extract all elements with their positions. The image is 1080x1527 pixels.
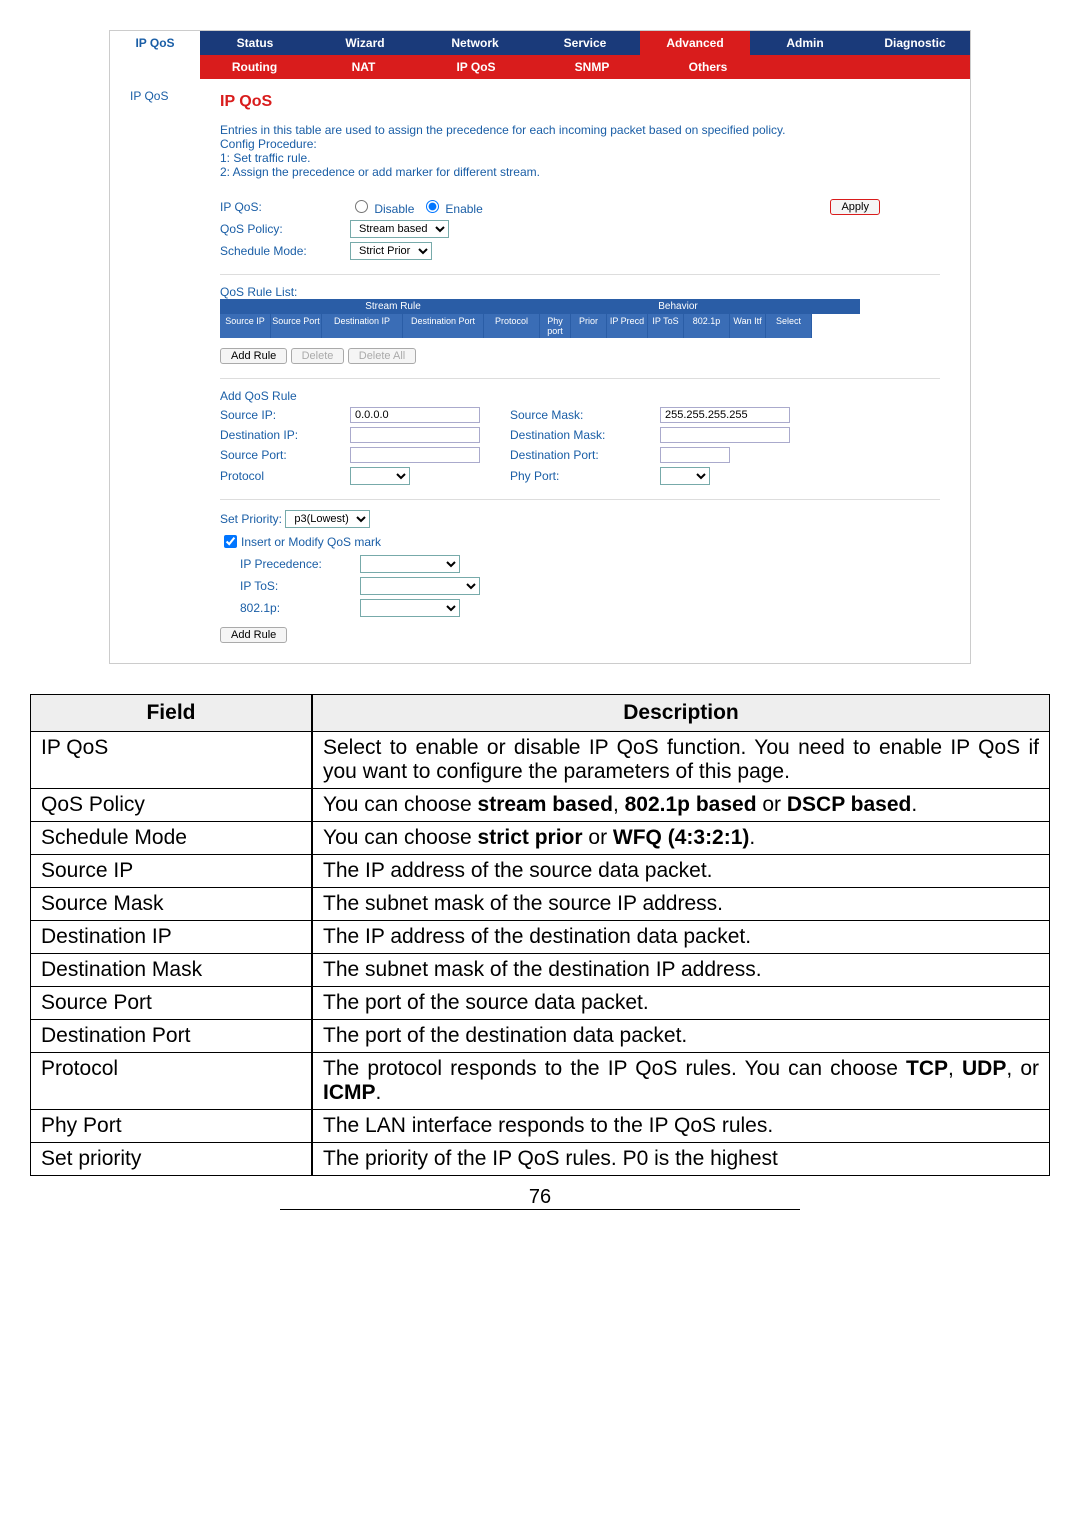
delete-all-button[interactable]: Delete All [348, 348, 416, 364]
source-port-label: Source Port: [220, 448, 350, 462]
subtab-others[interactable]: Others [650, 55, 766, 79]
tab-service[interactable]: Service [530, 31, 640, 55]
dest-port-label: Destination Port: [480, 448, 660, 462]
8021p-label: 802.1p: [220, 601, 360, 615]
sidebar-title: IP QoS [110, 31, 200, 79]
protocol-select[interactable] [350, 467, 410, 485]
ipqos-enable-radio[interactable]: Enable [421, 197, 483, 216]
table-row: Set priorityThe priority of the IP QoS r… [31, 1143, 1050, 1176]
qos-rule-table: Stream Rule Behavior Source IP Source Po… [220, 299, 860, 338]
dest-mask-label: Destination Mask: [480, 428, 660, 442]
ip-tos-label: IP ToS: [220, 579, 360, 593]
set-priority-select[interactable]: p3(Lowest) [285, 510, 370, 528]
ipqos-label: IP QoS: [220, 200, 350, 214]
dest-mask-input[interactable] [660, 427, 790, 443]
source-ip-label: Source IP: [220, 408, 350, 422]
ip-precedence-label: IP Precedence: [220, 557, 360, 571]
subtab-nat[interactable]: NAT [309, 55, 418, 79]
subtab-ipqos[interactable]: IP QoS [418, 55, 534, 79]
add-qos-rule-label: Add QoS Rule [220, 389, 940, 403]
insert-modify-checkbox[interactable] [224, 535, 237, 548]
tab-status[interactable]: Status [200, 31, 310, 55]
qos-policy-select[interactable]: Stream based [350, 220, 449, 238]
page-number: 76 [20, 1186, 1060, 1209]
tab-wizard[interactable]: Wizard [310, 31, 420, 55]
ip-tos-select[interactable] [360, 577, 480, 595]
source-ip-input[interactable] [350, 407, 480, 423]
table-row: Schedule ModeYou can choose strict prior… [31, 822, 1050, 855]
table-row: Destination MaskThe subnet mask of the d… [31, 954, 1050, 987]
table-row: Source MaskThe subnet mask of the source… [31, 888, 1050, 921]
phy-port-select[interactable] [660, 467, 710, 485]
table-row: Phy PortThe LAN interface responds to th… [31, 1110, 1050, 1143]
main-tabs: Status Wizard Network Service Advanced A… [200, 31, 970, 55]
8021p-select[interactable] [360, 599, 460, 617]
dest-ip-input[interactable] [350, 427, 480, 443]
table-row: ProtocolThe protocol responds to the IP … [31, 1053, 1050, 1110]
table-row: Source PortThe port of the source data p… [31, 987, 1050, 1020]
table-row: Destination PortThe port of the destinat… [31, 1020, 1050, 1053]
stream-rule-header: Stream Rule [220, 299, 566, 314]
sidebar-item[interactable]: IP QoS [110, 79, 210, 663]
table-row: Destination IPThe IP address of the dest… [31, 921, 1050, 954]
source-mask-label: Source Mask: [480, 408, 660, 422]
field-description-table: Field Description IP QoSSelect to enable… [30, 694, 1050, 1176]
table-header-field: Field [31, 695, 313, 732]
table-row: QoS PolicyYou can choose stream based, 8… [31, 789, 1050, 822]
intro-text: Entries in this table are used to assign… [220, 123, 940, 179]
table-header-desc: Description [312, 695, 1050, 732]
table-row: IP QoSSelect to enable or disable IP QoS… [31, 732, 1050, 789]
insert-modify-label: Insert or Modify QoS mark [241, 535, 381, 549]
ip-precedence-select[interactable] [360, 555, 460, 573]
protocol-label: Protocol [220, 469, 350, 483]
qos-policy-label: QoS Policy: [220, 222, 350, 236]
tab-admin[interactable]: Admin [750, 31, 860, 55]
tab-network[interactable]: Network [420, 31, 530, 55]
subtab-routing[interactable]: Routing [200, 55, 309, 79]
add-rule-button-2[interactable]: Add Rule [220, 627, 287, 643]
apply-button[interactable]: Apply [830, 199, 880, 215]
tab-diagnostic[interactable]: Diagnostic [860, 31, 970, 55]
phy-port-label: Phy Port: [410, 469, 660, 483]
table-row: Source IPThe IP address of the source da… [31, 855, 1050, 888]
source-port-input[interactable] [350, 447, 480, 463]
schedule-mode-select[interactable]: Strict Prior [350, 242, 432, 260]
subtab-snmp[interactable]: SNMP [534, 55, 650, 79]
page-title: IP QoS [220, 93, 940, 111]
qos-rule-list-label: QoS Rule List: [220, 285, 940, 299]
tab-advanced[interactable]: Advanced [640, 31, 750, 55]
schedule-mode-label: Schedule Mode: [220, 244, 350, 258]
delete-button[interactable]: Delete [291, 348, 345, 364]
dest-ip-label: Destination IP: [220, 428, 350, 442]
behavior-header: Behavior [566, 299, 790, 314]
add-rule-button[interactable]: Add Rule [220, 348, 287, 364]
source-mask-input[interactable] [660, 407, 790, 423]
set-priority-label: Set Priority: [220, 512, 282, 526]
ipqos-disable-radio[interactable]: Disable [350, 197, 414, 216]
sub-tabs: Routing NAT IP QoS SNMP Others [200, 55, 970, 79]
dest-port-input[interactable] [660, 447, 730, 463]
router-screenshot: IP QoS Status Wizard Network Service Adv… [109, 30, 971, 664]
